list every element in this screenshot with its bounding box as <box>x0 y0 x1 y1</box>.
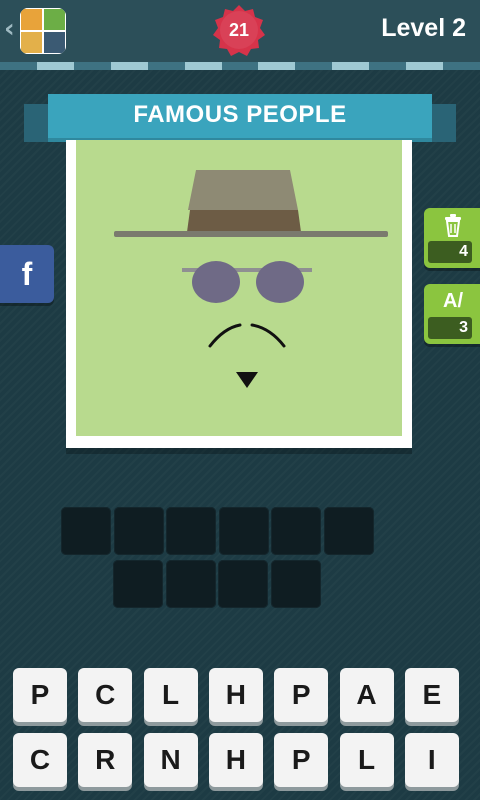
letter-key[interactable]: L <box>143 668 198 722</box>
hat-sunglasses-mustache-icon <box>114 170 388 388</box>
category-title: FAMOUS PEOPLE <box>133 101 347 128</box>
letter-key[interactable]: L <box>339 733 394 787</box>
category-ribbon: FAMOUS PEOPLE <box>48 94 432 142</box>
letter-key[interactable]: H <box>208 668 263 722</box>
letter-key[interactable]: C <box>13 733 67 787</box>
letter-key[interactable]: P <box>274 733 329 787</box>
answer-slot[interactable] <box>270 560 321 608</box>
top-bar-stripe <box>0 62 480 70</box>
coin-count: 21 <box>228 20 250 40</box>
level-label: Level 2 <box>381 14 466 42</box>
reveal-letter-count: 3 <box>428 317 472 339</box>
letter-key[interactable]: A <box>339 668 394 722</box>
answer-slot[interactable] <box>218 560 269 608</box>
letter-key[interactable]: C <box>78 668 133 722</box>
answer-slot[interactable] <box>324 507 374 555</box>
letter-key[interactable]: I <box>404 733 459 787</box>
letter-key[interactable]: R <box>78 733 133 787</box>
remove-letters-button[interactable]: 4 <box>424 208 480 268</box>
letter-key[interactable]: P <box>13 668 67 722</box>
answer-slot[interactable] <box>165 560 216 608</box>
answer-slot[interactable] <box>61 507 111 555</box>
game-logo-icon[interactable] <box>20 8 66 54</box>
letter-key[interactable]: N <box>143 733 198 787</box>
letter-key[interactable]: E <box>404 668 459 722</box>
answer-slot[interactable] <box>113 560 163 608</box>
reveal-letter-icon: A/ <box>443 290 463 312</box>
puzzle-card <box>66 140 412 448</box>
remove-letters-count: 4 <box>428 241 472 263</box>
answer-slot[interactable] <box>113 507 164 555</box>
answer-slot[interactable] <box>271 507 322 555</box>
reveal-letter-button[interactable]: A/ 3 <box>424 284 480 344</box>
letter-key[interactable]: P <box>274 668 329 722</box>
answer-slot[interactable] <box>166 507 217 555</box>
trash-can-icon <box>445 214 461 237</box>
answer-slot[interactable] <box>218 507 269 555</box>
chevron-left-icon[interactable]: ‹ <box>4 14 15 44</box>
puzzle-image <box>76 140 402 436</box>
facebook-icon[interactable]: f <box>0 245 54 303</box>
letter-key[interactable]: H <box>208 733 263 787</box>
